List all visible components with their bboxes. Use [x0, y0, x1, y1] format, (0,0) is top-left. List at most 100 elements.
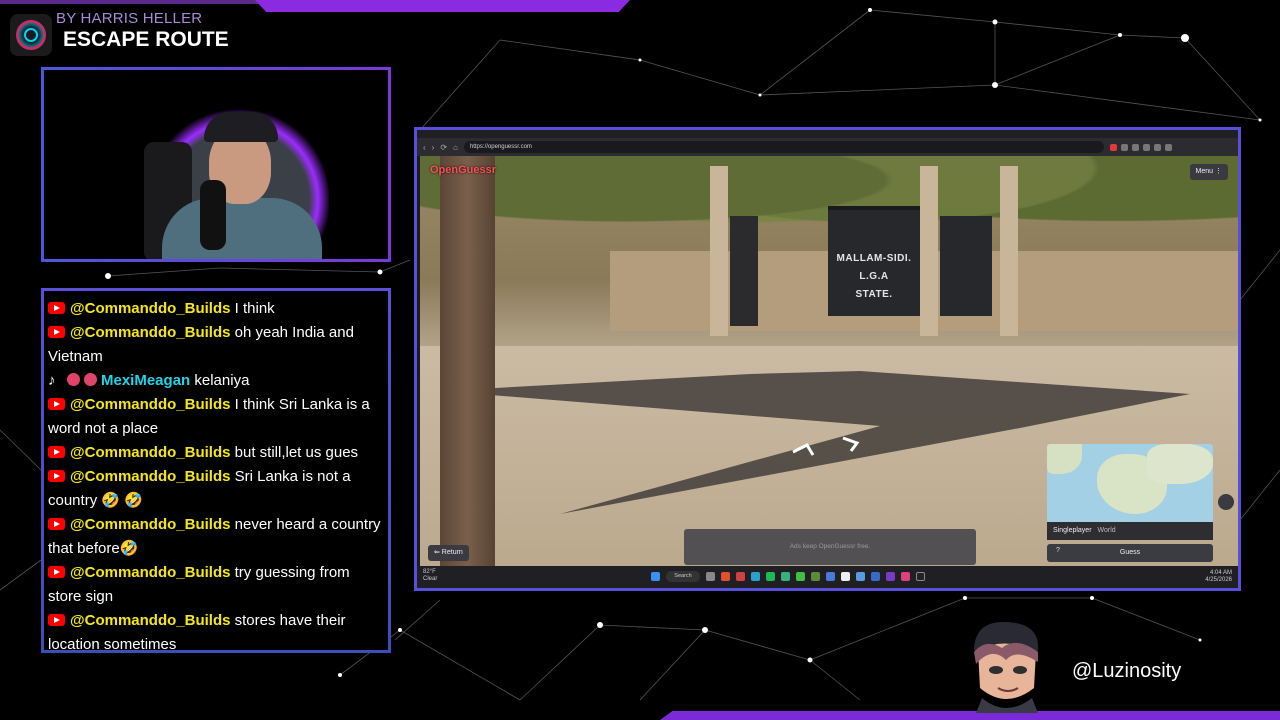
taskbar-clock[interactable]: 4:04 AM 4/25/2026: [1205, 570, 1232, 584]
browser-toolbar: ‹ › ⟳ ⌂ https://openguessr.com: [417, 130, 1238, 156]
return-button[interactable]: ⇐ Return: [428, 545, 469, 561]
youtube-icon: [48, 398, 65, 410]
chat-username: @Commanddo_Builds: [70, 564, 231, 581]
reload-icon[interactable]: ⟳: [440, 143, 447, 152]
youtube-icon: [48, 446, 65, 458]
spotify-icon[interactable]: [766, 572, 775, 581]
tree-trunk: [440, 156, 495, 568]
address-bar[interactable]: https://openguessr.com: [463, 141, 1104, 153]
youtube-icon: [48, 470, 65, 482]
chat-panel: @Commanddo_Builds I think @Commanddo_Bui…: [41, 288, 391, 653]
weather-widget[interactable]: 82°F Clear: [423, 569, 437, 583]
app-icon[interactable]: [826, 572, 835, 581]
windows-start-icon[interactable]: [651, 572, 660, 581]
app-icon[interactable]: [751, 572, 760, 581]
browser-tab-strip: [417, 130, 1238, 138]
clock-date: 4/25/2026: [1205, 577, 1232, 583]
chat-message: @Commanddo_Builds try guessing from stor…: [48, 561, 384, 609]
task-view-icon[interactable]: [706, 572, 715, 581]
chat-message: @Commanddo_Builds never heard a country …: [48, 513, 384, 561]
app-icon[interactable]: [736, 572, 745, 581]
chat-username: @Commanddo_Builds: [70, 516, 231, 533]
chat-text: but still,let us gues: [234, 444, 359, 461]
extension-icon[interactable]: [1120, 143, 1128, 151]
back-icon[interactable]: ‹: [423, 143, 426, 152]
map-landmass: [1047, 444, 1082, 474]
game-mode-bar: Singleplayer World: [1047, 522, 1213, 540]
weather-condition: Clear: [423, 576, 438, 582]
browser-app-icon[interactable]: [721, 572, 730, 581]
music-disc-icon: [10, 14, 52, 56]
ad-banner: Ads keep OpenGuessr free.: [684, 529, 976, 565]
chat-username: @Commanddo_Builds: [70, 396, 231, 413]
streamer-body: [162, 198, 322, 259]
extensions-row: [1109, 143, 1172, 151]
webcam-frame: [41, 67, 391, 262]
chat-message: @Commanddo_Builds I think Sri Lanka is a…: [48, 393, 384, 441]
streamer-avatar: [974, 621, 1039, 713]
now-playing-title: ESCAPE ROUTE: [63, 28, 229, 51]
chat-username: @Commanddo_Builds: [70, 324, 231, 341]
streamer-handle: @Luzinosity: [1072, 660, 1182, 682]
screen-share-frame: ‹ › ⟳ ⌂ https://openguessr.com MALLAM-SI…: [414, 127, 1241, 591]
now-playing-widget: BY HARRIS HELLER ESCAPE ROUTE: [6, 10, 246, 62]
extension-icon[interactable]: [1164, 143, 1172, 151]
chat-message: @Commanddo_Builds Sri Lanka is not a cou…: [48, 465, 384, 513]
badge-icon: [67, 373, 80, 386]
youtube-icon: [48, 614, 65, 626]
openguessr-logo: OpenGuessr: [430, 164, 497, 176]
chat-message: @Commanddo_Builds oh yeah India and Viet…: [48, 321, 384, 369]
extension-icon[interactable]: [1131, 143, 1139, 151]
menu-button[interactable]: Menu ⋮: [1189, 164, 1228, 180]
chat-text: I think: [234, 300, 275, 317]
app-icon[interactable]: [856, 572, 865, 581]
streamer-cap: [204, 112, 278, 142]
chat-message: @Commanddo_Builds I think: [48, 297, 384, 321]
forward-icon[interactable]: ›: [432, 143, 435, 152]
badge-icon: [84, 373, 97, 386]
top-accent-bar: [255, 0, 630, 12]
help-icon[interactable]: ?: [1056, 547, 1060, 554]
chat-text: kelaniya: [194, 372, 250, 389]
guess-button[interactable]: Guess: [1047, 544, 1213, 562]
app-icon[interactable]: [901, 572, 910, 581]
tiktok-icon: ♪: [48, 372, 56, 389]
youtube-icon: [48, 302, 65, 314]
chat-username: @Commanddo_Builds: [70, 468, 231, 485]
clock-time: 4:04 AM: [1209, 570, 1232, 576]
chat-username: MexiMeagan: [101, 372, 191, 389]
home-icon[interactable]: ⌂: [453, 143, 458, 152]
now-playing-artist: BY HARRIS HELLER: [56, 10, 203, 27]
twitch-icon[interactable]: [886, 572, 895, 581]
chat-username: @Commanddo_Builds: [70, 300, 231, 317]
extension-icon[interactable]: [1153, 143, 1161, 151]
top-left-accent-bar: [0, 0, 260, 4]
chat-username: @Commanddo_Builds: [70, 444, 231, 461]
app-icon[interactable]: [871, 572, 880, 581]
region-label: World: [1097, 527, 1116, 534]
app-icon[interactable]: [781, 572, 790, 581]
extension-icon[interactable]: [1142, 143, 1150, 151]
guess-minimap[interactable]: [1047, 444, 1213, 524]
street-view-panorama[interactable]: MALLAM-SIDI. L.G.A STATE. OpenGuessr Men…: [420, 156, 1238, 568]
file-icon[interactable]: [841, 572, 850, 581]
app-icon[interactable]: [811, 572, 820, 581]
youtube-icon: [48, 518, 65, 530]
map-landmass: [1147, 444, 1213, 484]
windows-taskbar: 82°F Clear Search 4:04 AM 4/25/2026: [417, 566, 1238, 588]
app-icon[interactable]: [796, 572, 805, 581]
chat-message: @Commanddo_Builds stores have their loca…: [48, 609, 384, 650]
chat-username: @Commanddo_Builds: [70, 612, 231, 629]
weather-temperature: 82°F: [423, 569, 436, 575]
compass-icon[interactable]: [1218, 494, 1234, 510]
microphone: [200, 180, 226, 250]
taskbar-search[interactable]: Search: [666, 571, 700, 582]
extension-icon[interactable]: [1109, 143, 1117, 151]
taskbar-apps: Search: [651, 571, 925, 582]
tiktok-app-icon[interactable]: [916, 572, 925, 581]
chat-message: ♪ MexiMeagan kelaniya: [48, 369, 384, 393]
youtube-icon: [48, 326, 65, 338]
youtube-icon: [48, 566, 65, 578]
chat-message: @Commanddo_Builds but still,let us gues: [48, 441, 384, 465]
game-mode-label: Singleplayer: [1053, 527, 1092, 534]
